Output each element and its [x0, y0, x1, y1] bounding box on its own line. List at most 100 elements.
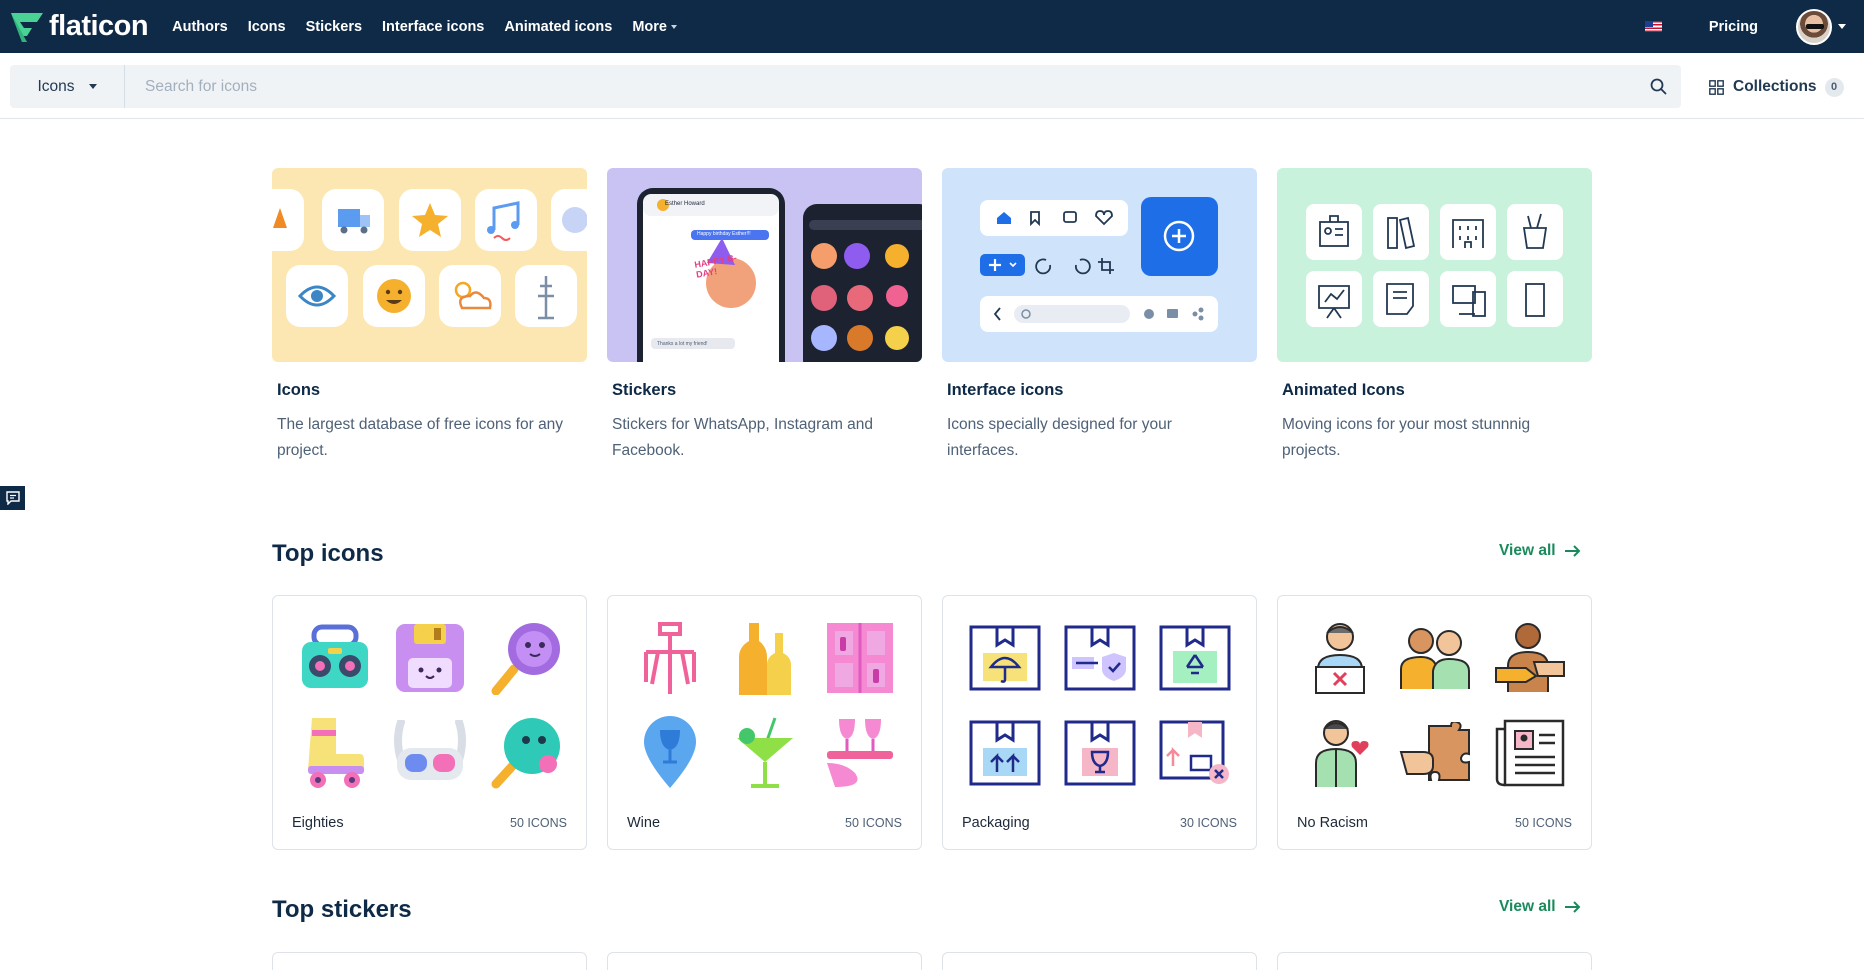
feedback-button[interactable] [0, 486, 25, 510]
box-fragile-glass-icon [1052, 705, 1147, 800]
category-card-animated-icons[interactable]: Animated Icons Moving icons for your mos… [1277, 168, 1592, 464]
pack-count: 50 ICONS [510, 816, 567, 830]
user-avatar[interactable] [1796, 8, 1832, 45]
box-recycle-icon [1147, 610, 1242, 705]
puzzle-hand-icon [1387, 705, 1482, 800]
box-shield-icon [1052, 610, 1147, 705]
icon-pack-card[interactable]: Eighties 50 ICONS [272, 595, 587, 850]
icons-preview-image[interactable] [272, 168, 587, 362]
category-description: Icons specially designed for your interf… [947, 416, 1172, 459]
animated-preview-image[interactable] [1277, 168, 1592, 362]
floppy-disk-icon [382, 610, 477, 705]
feedback-icon [5, 491, 20, 505]
search-bar: Icons [10, 65, 1681, 108]
3d-glasses-icon [382, 705, 477, 800]
sticker-pack-card[interactable] [607, 952, 922, 970]
wine-rack-icon [622, 610, 717, 705]
nav-stickers[interactable]: Stickers [306, 19, 362, 35]
search-button[interactable] [1635, 65, 1681, 108]
arrow-right-icon [1564, 901, 1581, 913]
icons-collage-image [272, 189, 587, 327]
category-description: Stickers for WhatsApp, Instagram and Fac… [612, 416, 874, 459]
box-umbrella-icon [957, 610, 1052, 705]
top-stickers-heading: Top stickers [272, 896, 412, 923]
protester-sign-icon [1292, 610, 1387, 705]
retro-microphone-icon [477, 705, 572, 800]
caret-down-icon [88, 84, 97, 89]
sticker-preview-reply: Thanks a lot my friend! [657, 341, 708, 347]
sticker-pack-card[interactable] [272, 952, 587, 970]
top-navbar: flaticon Authors Icons Stickers Interfac… [0, 0, 1864, 53]
box-arrows-up-icon [957, 705, 1052, 800]
nav-animated-icons[interactable]: Animated icons [504, 19, 612, 35]
top-stickers-view-all-link[interactable]: View all [1499, 898, 1581, 916]
stickers-preview-image[interactable]: Esther Howard Happy birthday Esther!!! H… [607, 168, 922, 362]
pack-count: 50 ICONS [845, 816, 902, 830]
icon-pack-card[interactable]: Wine 50 ICONS [607, 595, 922, 850]
category-title[interactable]: Stickers [612, 381, 922, 400]
pack-icon-grid [622, 610, 907, 800]
nav-icons[interactable]: Icons [248, 19, 286, 35]
nav-authors[interactable]: Authors [172, 19, 228, 35]
collections-label: Collections [1733, 78, 1817, 95]
us-flag-icon[interactable] [1644, 21, 1662, 32]
search-row: Icons Collections 0 [0, 53, 1864, 119]
pack-name: Wine [627, 815, 661, 831]
grid-icon [1709, 79, 1724, 95]
interface-collage-image [980, 197, 1218, 332]
category-card-icons[interactable]: Icons The largest database of free icons… [272, 168, 587, 464]
diverse-people-icon [1387, 610, 1482, 705]
category-title[interactable]: Icons [277, 381, 587, 400]
collections-button[interactable]: Collections 0 [1709, 75, 1844, 99]
nav-more[interactable]: More [632, 19, 677, 35]
handshake-person-icon [1482, 610, 1577, 705]
wine-bottles-icon [717, 610, 812, 705]
flaticon-logo[interactable]: flaticon [10, 0, 149, 53]
roller-skate-icon [287, 705, 382, 800]
sticker-preview-contact: Esther Howard [665, 201, 705, 207]
person-heart-icon [1292, 705, 1387, 800]
collections-count-badge: 0 [1824, 77, 1844, 97]
cocktail-glass-icon [717, 705, 812, 800]
category-description: Moving icons for your most stunnnig proj… [1282, 416, 1531, 459]
sticker-pack-card[interactable] [942, 952, 1257, 970]
resource-type-select[interactable]: Icons [10, 65, 125, 108]
sticker-pack-card[interactable] [1277, 952, 1592, 970]
wine-location-pin-icon [622, 705, 717, 800]
category-title[interactable]: Animated Icons [1282, 381, 1592, 400]
nav-interface-icons[interactable]: Interface icons [382, 19, 484, 35]
animated-collage-image [1306, 204, 1563, 327]
newspaper-profile-icon [1482, 705, 1577, 800]
main-nav: Authors Icons Stickers Interface icons A… [172, 19, 697, 35]
search-input[interactable] [125, 65, 1635, 108]
top-icons-view-all-link[interactable]: View all [1499, 542, 1581, 560]
sticker-preview-bubble: Happy birthday Esther!!! [697, 231, 751, 237]
chevron-down-icon[interactable] [1838, 24, 1846, 29]
pack-count: 50 ICONS [1515, 816, 1572, 830]
category-card-stickers[interactable]: Esther Howard Happy birthday Esther!!! H… [607, 168, 922, 464]
flaticon-logo-icon [11, 12, 43, 42]
search-icon [1650, 78, 1666, 95]
top-icons-heading: Top icons [272, 540, 384, 567]
category-card-interface-icons[interactable]: Interface icons Icons specially designed… [942, 168, 1257, 464]
icon-pack-card[interactable]: No Racism 50 ICONS [1277, 595, 1592, 850]
interface-preview-image[interactable] [942, 168, 1257, 362]
pack-name: No Racism [1297, 815, 1368, 831]
pack-icon-grid [287, 610, 572, 800]
nav-more-label: More [632, 18, 667, 35]
boombox-icon [287, 610, 382, 705]
category-description: The largest database of free icons for a… [277, 416, 564, 459]
category-title[interactable]: Interface icons [947, 381, 1257, 400]
view-all-label: View all [1499, 542, 1556, 559]
pack-icon-grid [1292, 610, 1577, 800]
icon-pack-card[interactable]: Packaging 30 ICONS [942, 595, 1257, 850]
arrow-right-icon [1564, 545, 1581, 557]
wine-tray-icon [812, 705, 907, 800]
nav-right: Pricing [1644, 0, 1864, 53]
nav-pricing[interactable]: Pricing [1709, 19, 1758, 35]
pack-count: 30 ICONS [1180, 816, 1237, 830]
pack-name: Packaging [962, 815, 1030, 831]
box-cancel-icon [1147, 705, 1242, 800]
stickers-collage-image [637, 188, 922, 362]
pack-name: Eighties [292, 815, 344, 831]
